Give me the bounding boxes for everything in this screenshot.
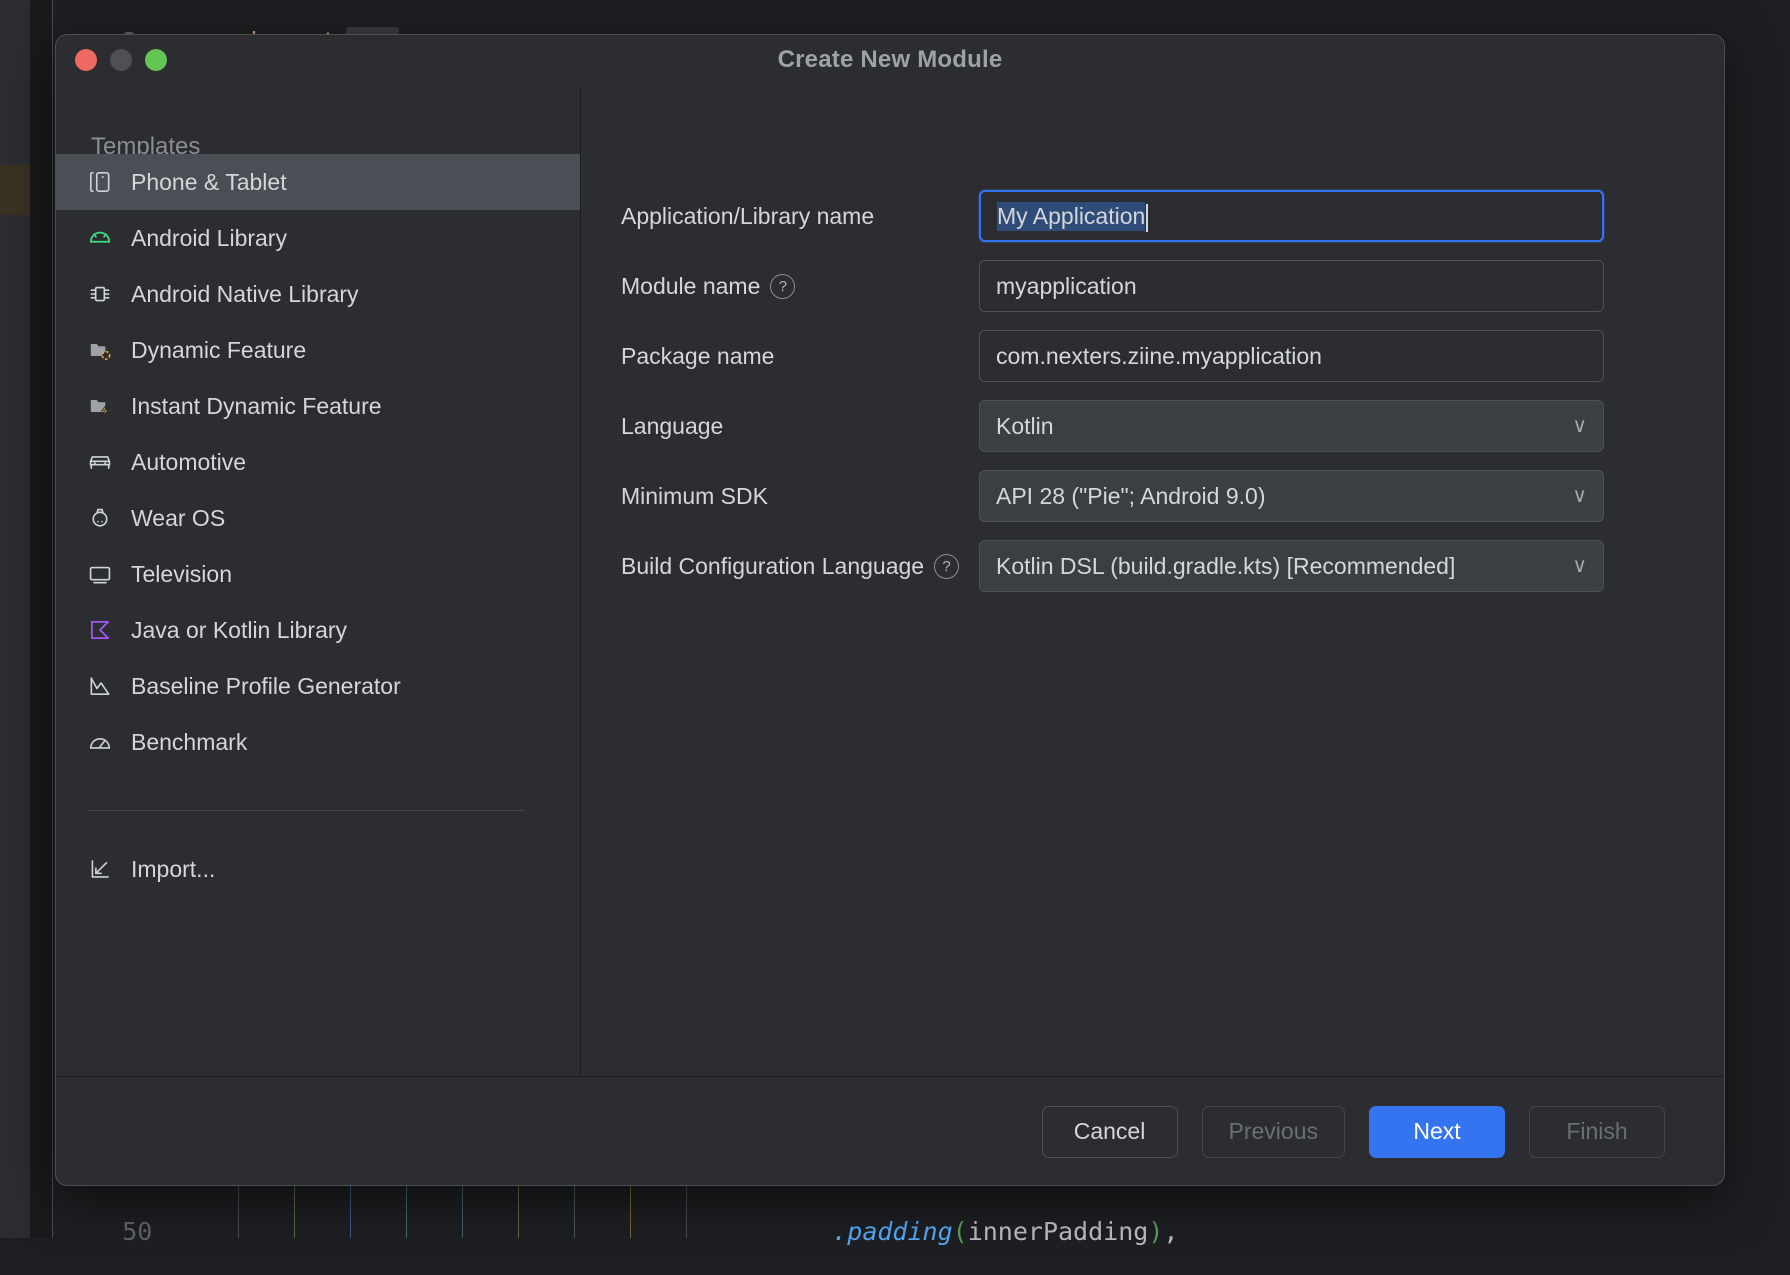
- cancel-button[interactable]: Cancel: [1041, 1105, 1178, 1158]
- form-row-package-name: Package name com.nexters.ziine.myapplica…: [621, 329, 1725, 383]
- folder-instant-icon: [87, 393, 113, 419]
- label-text: Minimum SDK: [621, 482, 768, 509]
- editor-gutter: [30, 0, 52, 1238]
- padding-fn-name: padding: [847, 1217, 953, 1246]
- sidebar-item-television[interactable]: Television: [55, 546, 580, 602]
- previous-button[interactable]: Previous: [1201, 1105, 1345, 1158]
- sidebar-item-label: Baseline Profile Generator: [131, 672, 401, 699]
- dropdown-value: Kotlin DSL (build.gradle.kts) [Recommend…: [996, 552, 1456, 579]
- application-library-name-input[interactable]: My Application: [979, 190, 1604, 242]
- line-number-bottom: 50: [122, 1217, 153, 1246]
- module-name-label: Module name ?: [621, 273, 979, 300]
- baseline-profile-icon: [87, 673, 113, 699]
- label-text: Package name: [621, 342, 775, 369]
- sidebar-item-label: Android Native Library: [131, 280, 359, 307]
- open-paren: (: [952, 1217, 968, 1246]
- input-value: com.nexters.ziine.myapplication: [996, 342, 1322, 369]
- package-name-label: Package name: [621, 343, 979, 370]
- label-text: Build Configuration Language: [621, 552, 925, 579]
- dialog-title: Create New Module: [777, 46, 1003, 73]
- sidebar-item-dynamic-feature[interactable]: Dynamic Feature: [55, 322, 580, 378]
- inner-padding-arg: innerPadding: [967, 1217, 1149, 1246]
- television-icon: [87, 561, 113, 587]
- application-library-name-label: Application/Library name: [621, 203, 979, 230]
- chevron-down-icon: ∨: [1572, 555, 1587, 577]
- dialog-titlebar: Create New Module: [55, 34, 1725, 88]
- label-text: Module name: [621, 272, 761, 299]
- module-config-form: Application/Library name My Application …: [581, 88, 1725, 1076]
- sidebar-item-import[interactable]: Import...: [55, 841, 580, 897]
- label-text: Application/Library name: [621, 202, 875, 229]
- chip-icon: [87, 281, 113, 307]
- module-name-input[interactable]: myapplication: [979, 260, 1604, 312]
- dropdown-value: Kotlin: [996, 412, 1054, 439]
- sidebar-item-label: Java or Kotlin Library: [131, 616, 348, 643]
- module-name-help-icon[interactable]: ?: [770, 273, 796, 299]
- build-configuration-language-dropdown[interactable]: Kotlin DSL (build.gradle.kts) [Recommend…: [979, 540, 1604, 592]
- next-button[interactable]: Next: [1369, 1105, 1505, 1158]
- folder-dynamic-icon: [87, 337, 113, 363]
- code-padding-call: .padding(innerPadding),: [772, 1188, 1178, 1275]
- phone-tablet-icon: [87, 169, 113, 195]
- build-configuration-language-label: Build Configuration Language ?: [621, 553, 979, 580]
- chevron-down-icon: ∨: [1572, 485, 1587, 507]
- dropdown-value: API 28 ("Pie"; Android 9.0): [996, 482, 1266, 509]
- package-name-input[interactable]: com.nexters.ziine.myapplication: [979, 330, 1604, 382]
- import-label: Import...: [131, 855, 216, 882]
- editor-gutter-marker: [0, 165, 30, 215]
- finish-button[interactable]: Finish: [1529, 1105, 1665, 1158]
- label-text: Language: [621, 412, 724, 439]
- benchmark-gauge-icon: [87, 729, 113, 755]
- import-arrow-icon: [87, 856, 113, 882]
- form-row-language: Language Kotlin ∨: [621, 399, 1725, 453]
- trailing-comma: ,: [1163, 1217, 1179, 1246]
- sidebar-separator-wrap: [55, 770, 580, 811]
- text-caret: [1146, 204, 1148, 232]
- template-list: Phone & Tablet Android Library Android N…: [55, 154, 580, 770]
- sidebar-item-label: Wear OS: [131, 504, 226, 531]
- chevron-down-icon: ∨: [1572, 415, 1587, 437]
- sidebar-item-label: Dynamic Feature: [131, 336, 307, 363]
- form-row-module-name: Module name ? myapplication: [621, 259, 1725, 313]
- build-config-help-icon[interactable]: ?: [934, 553, 960, 579]
- sidebar-item-label: Automotive: [131, 448, 247, 475]
- language-label: Language: [621, 413, 979, 440]
- code-line-bottom: 50: [62, 1188, 152, 1275]
- sidebar-item-label: Instant Dynamic Feature: [131, 392, 382, 419]
- sidebar-item-android-library[interactable]: Android Library: [55, 210, 580, 266]
- create-new-module-dialog: Create New Module Templates Phone & Tabl…: [55, 34, 1725, 1186]
- language-dropdown[interactable]: Kotlin ∨: [979, 400, 1604, 452]
- form-row-application-library-name: Application/Library name My Application: [621, 189, 1725, 243]
- sidebar-item-baseline-profile-generator[interactable]: Baseline Profile Generator: [55, 658, 580, 714]
- dialog-body: Templates Phone & Tablet Android Library…: [55, 88, 1725, 1076]
- form-row-build-configuration-language: Build Configuration Language ? Kotlin DS…: [621, 539, 1725, 593]
- watch-icon: [87, 505, 113, 531]
- minimum-sdk-dropdown[interactable]: API 28 ("Pie"; Android 9.0) ∨: [979, 470, 1604, 522]
- input-value: myapplication: [996, 272, 1137, 299]
- sidebar-item-label: Android Library: [131, 224, 287, 251]
- padding-dot: .: [832, 1217, 848, 1246]
- form-row-minimum-sdk: Minimum SDK API 28 ("Pie"; Android 9.0) …: [621, 469, 1725, 523]
- car-icon: [87, 449, 113, 475]
- sidebar-item-benchmark[interactable]: Benchmark: [55, 714, 580, 770]
- sidebar-item-label: Television: [131, 560, 232, 587]
- android-icon: [87, 225, 113, 251]
- sidebar-item-java-or-kotlin-library[interactable]: Java or Kotlin Library: [55, 602, 580, 658]
- editor-gutter-divider: [52, 0, 53, 1238]
- input-value: My Application: [997, 201, 1146, 231]
- sidebar-item-automotive[interactable]: Automotive: [55, 434, 580, 490]
- templates-sidebar: Templates Phone & Tablet Android Library…: [55, 88, 580, 1076]
- dialog-footer: Cancel Previous Next Finish: [55, 1076, 1725, 1186]
- sidebar-item-wear-os[interactable]: Wear OS: [55, 490, 580, 546]
- sidebar-item-label: Phone & Tablet: [131, 168, 287, 195]
- sidebar-item-label: Benchmark: [131, 728, 248, 755]
- sidebar-divider: [87, 810, 525, 811]
- sidebar-item-instant-dynamic-feature[interactable]: Instant Dynamic Feature: [55, 378, 580, 434]
- sidebar-item-android-native-library[interactable]: Android Native Library: [55, 266, 580, 322]
- sidebar-item-phone-tablet[interactable]: Phone & Tablet: [55, 154, 580, 210]
- templates-heading: Templates: [91, 133, 201, 160]
- minimum-sdk-label: Minimum SDK: [621, 483, 979, 510]
- close-paren: ): [1148, 1217, 1164, 1246]
- kotlin-icon: [87, 617, 113, 643]
